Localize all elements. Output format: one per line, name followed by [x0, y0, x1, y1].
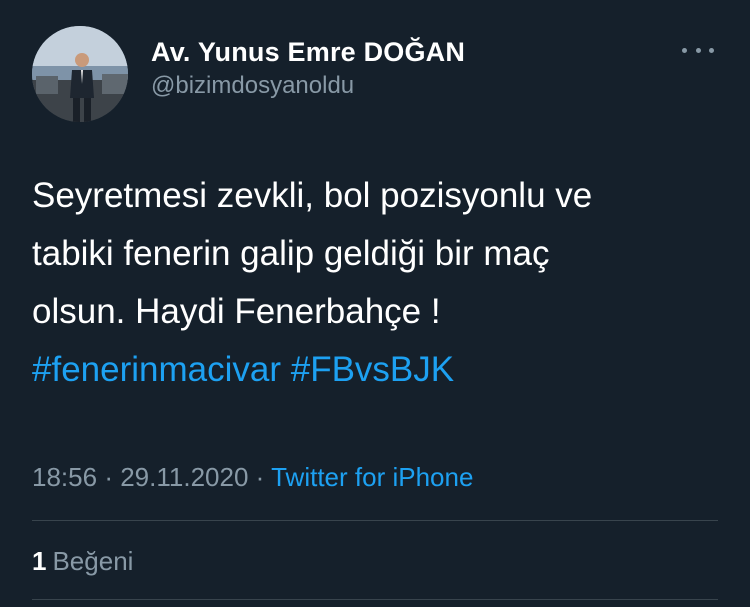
tweet-text-line: Seyretmesi zevkli, bol pozisyonlu ve [32, 176, 593, 215]
hashtag-link[interactable]: #FBvsBJK [291, 350, 454, 389]
avatar-photo [32, 26, 128, 122]
meta-separator: · [255, 462, 265, 492]
tweet-card: Av. Yunus Emre DOĞAN @bizimdosyanoldu Se… [0, 0, 750, 607]
more-dot [695, 47, 701, 53]
divider [32, 599, 718, 600]
likes-label: Beğeni [52, 546, 134, 576]
tweet-text: Seyretmesi zevkli, bol pozisyonlu ve tab… [32, 167, 722, 399]
tweet-time[interactable]: 18:56 [32, 462, 97, 492]
user-handle[interactable]: @bizimdosyanoldu [151, 71, 465, 101]
tweet-meta: 18:56 · 29.11.2020 · Twitter for iPhone [32, 457, 473, 497]
meta-separator: · [104, 462, 113, 492]
hashtag-line: #fenerinmacivar #FBvsBJK [32, 341, 722, 399]
display-name[interactable]: Av. Yunus Emre DOĞAN [151, 36, 465, 68]
likes-count: 1 [32, 546, 47, 576]
avatar[interactable] [32, 26, 128, 122]
more-horizontal-icon[interactable] [678, 38, 718, 62]
user-info: Av. Yunus Emre DOĞAN @bizimdosyanoldu [151, 36, 465, 101]
likes-stat[interactable]: 1 Beğeni [32, 541, 133, 581]
divider [32, 520, 718, 521]
more-dot [709, 47, 714, 53]
tweet-text-line: olsun. Haydi Fenerbahçe ! [32, 292, 441, 331]
tweet-date[interactable]: 29.11.2020 [120, 462, 248, 492]
tweet-header: Av. Yunus Emre DOĞAN @bizimdosyanoldu [32, 26, 718, 122]
tweet-source-link[interactable]: Twitter for iPhone [271, 462, 473, 492]
more-dot [682, 47, 687, 53]
hashtag-link[interactable]: #fenerinmacivar [32, 350, 281, 389]
tweet-text-line: tabiki fenerin galip geldiği bir maç [32, 234, 550, 273]
